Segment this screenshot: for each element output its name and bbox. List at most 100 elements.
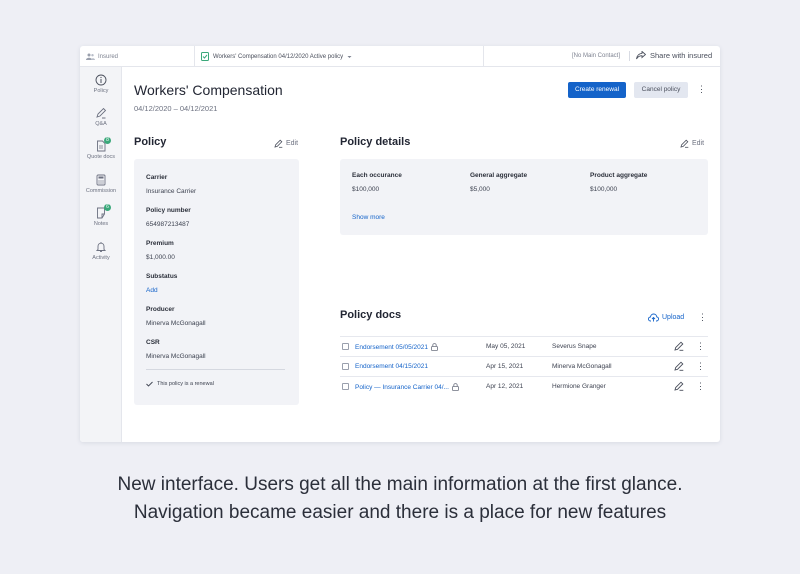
premium-value: $1,000.00 xyxy=(146,254,175,261)
product-aggregate-value: $100,000 xyxy=(590,186,618,193)
producer-label: Producer xyxy=(146,306,175,313)
pencil-icon[interactable] xyxy=(674,381,684,393)
table-row[interactable]: Endorsement 04/15/2021 Apr 15, 2021 Mine… xyxy=(340,356,708,376)
doc-date: May 05, 2021 xyxy=(486,343,526,350)
insured-link[interactable]: Insured xyxy=(86,53,118,60)
each-occurance-field: Each occurance $100,000 xyxy=(352,172,462,193)
policy-details-card: Each occurance $100,000 General aggregat… xyxy=(340,159,708,235)
insured-label: Insured xyxy=(98,53,119,60)
doc-owner: Hermione Granger xyxy=(552,383,606,390)
doc-name: Endorsement 04/15/2021 xyxy=(355,363,428,370)
pen-icon xyxy=(95,107,107,119)
sidebar-item-activity[interactable]: Activity xyxy=(80,241,122,261)
calculator-icon xyxy=(95,174,107,186)
main-content: Workers' Compensation 04/12/2020 – 04/12… xyxy=(122,67,720,442)
doc-owner: Severus Snape xyxy=(552,343,597,350)
divider xyxy=(629,51,630,61)
product-aggregate-label: Product aggregate xyxy=(590,172,648,179)
substatus-label: Substatus xyxy=(146,273,178,280)
doc-name: Endorsement 05/05/2021 xyxy=(355,343,428,351)
upload-label: Upload xyxy=(662,314,685,321)
policy-tab-selector[interactable]: Workers' Compensation 04/12/2020 Active … xyxy=(194,46,484,67)
each-occurance-label: Each occurance xyxy=(352,172,402,179)
notes-badge: 6 xyxy=(104,204,111,211)
row-more-icon[interactable]: ⋮ xyxy=(696,382,705,391)
pencil-icon xyxy=(680,139,689,148)
doc-date: Apr 12, 2021 xyxy=(486,383,524,390)
sidebar-item-policy[interactable]: Policy xyxy=(80,74,122,94)
main-contact-label[interactable]: [No Main Contact] xyxy=(572,53,620,59)
pencil-icon xyxy=(274,139,283,148)
check-icon xyxy=(146,381,153,387)
docs-more-options-icon[interactable]: ⋮ xyxy=(698,313,707,322)
policy-dates: 04/12/2020 – 04/12/2021 xyxy=(134,104,218,113)
carrier-label: Carrier xyxy=(146,174,168,181)
sidebar-item-label: Q&A xyxy=(95,121,107,127)
sidebar: Policy Q&A 8 Quote docs Commission 6 Not… xyxy=(80,67,122,442)
page-title: Workers' Compensation xyxy=(134,82,283,98)
substatus-add-link[interactable]: Add xyxy=(146,287,158,294)
general-aggregate-label: General aggregate xyxy=(470,172,528,179)
policy-docs-title: Policy docs xyxy=(340,309,402,321)
upload-button[interactable]: Upload xyxy=(648,313,684,322)
policy-number-label: Policy number xyxy=(146,207,191,214)
edit-label: Edit xyxy=(692,140,705,147)
row-more-icon[interactable]: ⋮ xyxy=(696,362,705,371)
renewal-note-text: This policy is a renewal xyxy=(157,381,214,387)
policy-details-edit-button[interactable]: Edit xyxy=(680,139,704,148)
caption-line-1: New interface. Users get all the main in… xyxy=(117,474,683,495)
renewal-note: This policy is a renewal xyxy=(146,381,214,387)
info-icon xyxy=(95,74,107,86)
doc-name-link[interactable]: Endorsement 04/15/2021 xyxy=(355,363,428,370)
doc-name-link[interactable]: Policy — Insurance Carrier 04/... xyxy=(355,383,459,391)
table-row[interactable]: Endorsement 05/05/2021 May 05, 2021 Seve… xyxy=(340,336,708,356)
csr-label: CSR xyxy=(146,339,160,346)
doc-name: Policy — Insurance Carrier 04/... xyxy=(355,383,449,391)
row-checkbox[interactable] xyxy=(342,383,349,390)
table-row[interactable]: Policy — Insurance Carrier 04/... Apr 12… xyxy=(340,376,708,396)
share-with-insured-button[interactable]: Share with insured xyxy=(636,51,712,60)
share-icon xyxy=(636,51,646,60)
note-icon: 6 xyxy=(95,204,111,219)
bell-icon xyxy=(95,241,107,253)
app-window: Insured Workers' Compensation 04/12/2020… xyxy=(80,46,720,442)
tab-label: Workers' Compensation 04/12/2020 Active … xyxy=(213,53,344,60)
doc-icon: 8 xyxy=(95,137,111,152)
cloud-upload-icon xyxy=(648,313,659,322)
row-checkbox[interactable] xyxy=(342,343,349,350)
each-occurance-value: $100,000 xyxy=(352,186,380,193)
doc-name-link[interactable]: Endorsement 05/05/2021 xyxy=(355,343,438,351)
lock-icon xyxy=(452,383,459,391)
product-aggregate-field: Product aggregate $100,000 xyxy=(590,172,700,193)
sidebar-item-quote-docs[interactable]: 8 Quote docs xyxy=(80,137,122,160)
more-options-icon[interactable]: ⋮ xyxy=(697,85,706,94)
doc-owner: Minerva McGonagall xyxy=(552,363,612,370)
sidebar-item-commission[interactable]: Commission xyxy=(80,174,122,194)
sidebar-item-label: Activity xyxy=(92,255,110,261)
policy-card: Carrier Insurance Carrier Policy number … xyxy=(134,159,299,405)
create-renewal-button[interactable]: Create renewal xyxy=(568,82,626,98)
policy-edit-button[interactable]: Edit xyxy=(274,139,298,148)
doc-date: Apr 15, 2021 xyxy=(486,363,524,370)
general-aggregate-field: General aggregate $5,000 xyxy=(470,172,580,193)
sidebar-item-label: Quote docs xyxy=(86,154,116,160)
general-aggregate-value: $5,000 xyxy=(470,186,490,193)
top-bar: Insured Workers' Compensation 04/12/2020… xyxy=(80,46,720,67)
sidebar-item-notes[interactable]: 6 Notes xyxy=(80,204,122,227)
caption-line-2: Navigation became easier and there is a … xyxy=(133,502,667,523)
sidebar-item-qa[interactable]: Q&A xyxy=(80,107,122,127)
show-more-link[interactable]: Show more xyxy=(352,214,385,221)
cancel-policy-button[interactable]: Cancel policy xyxy=(634,82,688,98)
pencil-icon[interactable] xyxy=(674,341,684,353)
share-label: Share with insured xyxy=(650,51,713,60)
policy-details-title: Policy details xyxy=(340,136,411,148)
row-more-icon[interactable]: ⋮ xyxy=(696,342,705,351)
carrier-value: Insurance Carrier xyxy=(146,188,197,195)
producer-value: Minerva McGonagall xyxy=(146,320,206,327)
divider xyxy=(146,369,285,370)
users-icon xyxy=(86,53,95,60)
pencil-icon[interactable] xyxy=(674,361,684,373)
caret-down-icon xyxy=(347,55,352,58)
row-checkbox[interactable] xyxy=(342,363,349,370)
quote-docs-badge: 8 xyxy=(104,137,111,144)
